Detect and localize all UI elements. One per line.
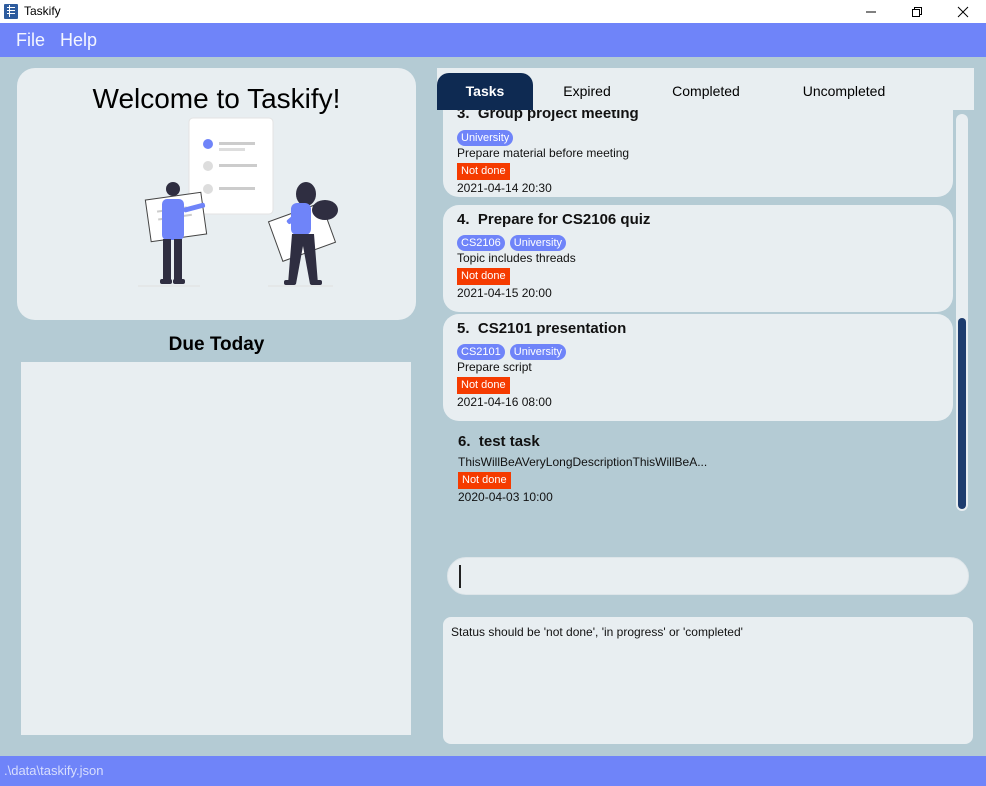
menu-help[interactable]: Help xyxy=(60,30,97,51)
status-badge: Not done xyxy=(457,268,510,285)
window-title: Taskify xyxy=(24,4,61,18)
restore-icon xyxy=(912,7,922,17)
status-bar: .\data\taskify.json xyxy=(0,756,986,786)
restore-button[interactable] xyxy=(894,0,940,23)
status-badge: Not done xyxy=(457,377,510,394)
task-name: test task xyxy=(478,433,540,450)
close-button[interactable] xyxy=(940,0,986,23)
close-icon xyxy=(957,6,969,18)
task-card[interactable]: 5. CS2101 presentation CS2101 University … xyxy=(443,314,953,421)
result-display[interactable]: Status should be 'not done', 'in progres… xyxy=(443,617,973,744)
command-input[interactable] xyxy=(447,557,969,595)
task-name: Prepare for CS2106 quiz xyxy=(477,211,651,228)
window-titlebar: Taskify xyxy=(0,0,986,23)
task-description: ThisWillBeAVeryLongDescriptionThisWillBe… xyxy=(458,455,708,469)
task-index: 4. xyxy=(457,211,470,228)
task-card[interactable]: 4. Prepare for CS2106 quiz CS2106 Univers… xyxy=(443,205,953,312)
task-title: 3. Group project meeting xyxy=(457,110,639,122)
task-name: Group project meeting xyxy=(477,110,639,122)
task-title: 4. Prepare for CS2106 quiz xyxy=(457,211,650,228)
task-datetime: 2021-04-16 08:00 xyxy=(457,395,552,409)
taskify-app-icon xyxy=(4,4,18,19)
task-list-scrollbar-thumb[interactable] xyxy=(958,318,966,509)
checklist-illustration xyxy=(138,117,338,287)
tag-badge: CS2101 xyxy=(457,344,505,360)
task-tags: CS2101 University xyxy=(457,342,571,360)
task-datetime: 2021-04-15 20:00 xyxy=(457,286,552,300)
task-description: Prepare material before meeting xyxy=(457,146,630,160)
task-name: CS2101 presentation xyxy=(477,320,627,337)
task-description: Topic includes threads xyxy=(457,251,576,265)
tab-uncompleted[interactable]: Uncompleted xyxy=(787,73,901,110)
task-tags: University xyxy=(457,128,518,146)
task-index: 5. xyxy=(457,320,470,337)
task-datetime: 2021-04-14 20:30 xyxy=(457,181,552,195)
data-file-path: .\data\taskify.json xyxy=(4,763,104,778)
task-index: 3. xyxy=(457,110,470,122)
due-today-list[interactable] xyxy=(21,362,411,735)
tag-badge: University xyxy=(457,130,514,146)
task-description: Prepare script xyxy=(457,360,532,374)
welcome-card: Welcome to Taskify! xyxy=(17,68,416,320)
main-area: Welcome to Taskify! Due Today Tasks Expi… xyxy=(0,57,986,756)
tag-badge: CS2106 xyxy=(457,235,505,251)
tag-badge: University xyxy=(509,344,567,360)
task-card-selected[interactable]: 6. test task ThisWillBeAVeryLongDescript… xyxy=(442,421,955,513)
tab-bar: Tasks Expired Completed Uncompleted xyxy=(437,68,974,110)
task-list[interactable]: 3. Group project meeting University Prep… xyxy=(437,110,974,514)
menu-bar: File Help xyxy=(0,23,986,57)
status-badge: Not done xyxy=(457,163,510,180)
tag-badge: University xyxy=(509,235,567,251)
task-title: 6. test task xyxy=(458,433,540,450)
status-badge: Not done xyxy=(458,472,511,489)
task-title: 5. CS2101 presentation xyxy=(457,320,626,337)
text-caret xyxy=(459,565,461,588)
result-message: Status should be 'not done', 'in progres… xyxy=(451,625,743,639)
task-tags: CS2106 University xyxy=(457,233,571,251)
welcome-title: Welcome to Taskify! xyxy=(92,83,341,114)
menu-file[interactable]: File xyxy=(16,30,45,51)
minimize-icon xyxy=(866,11,876,13)
tab-tasks[interactable]: Tasks xyxy=(437,73,533,110)
tab-completed[interactable]: Completed xyxy=(659,73,753,110)
tab-expired[interactable]: Expired xyxy=(543,73,631,110)
task-datetime: 2020-04-03 10:00 xyxy=(458,490,553,504)
task-card[interactable]: 3. Group project meeting University Prep… xyxy=(443,110,953,197)
task-index: 6. xyxy=(458,433,471,450)
due-today-title: Due Today xyxy=(168,334,265,355)
minimize-button[interactable] xyxy=(848,0,894,23)
